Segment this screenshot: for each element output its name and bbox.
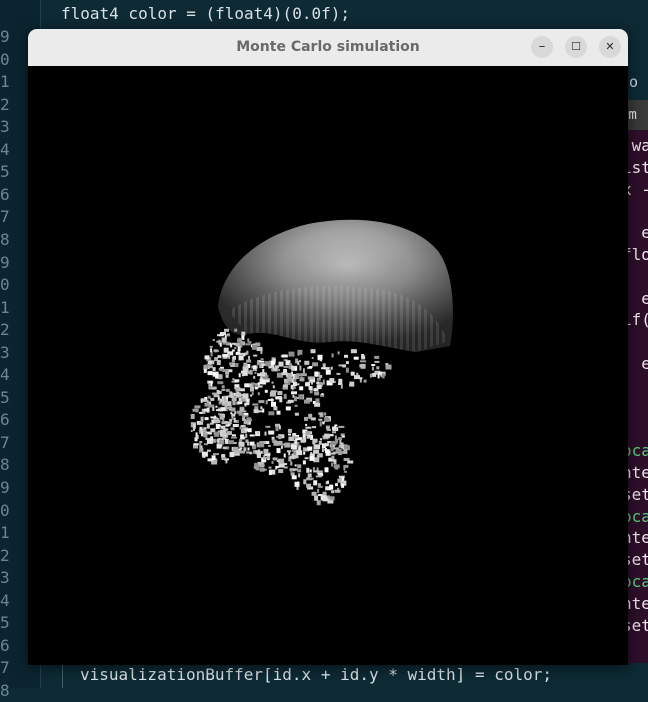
line-number: 4 [0, 139, 10, 159]
line-number: 2 [0, 320, 10, 340]
face-bone-speckle [190, 328, 392, 506]
line-number: 9 [0, 252, 10, 272]
line-number: 5 [0, 162, 10, 182]
line-number: 0 [0, 500, 10, 520]
close-icon: ✕ [605, 40, 615, 53]
line-number: 7 [0, 432, 10, 452]
simulation-window[interactable]: Monte Carlo simulation – ☐ ✕ [28, 29, 628, 665]
maximize-button[interactable]: ☐ [565, 36, 587, 58]
render-viewport[interactable] [28, 66, 628, 665]
line-number: 3 [0, 117, 10, 137]
window-titlebar[interactable]: Monte Carlo simulation – ☐ ✕ [28, 29, 628, 67]
minimize-icon: – [538, 39, 546, 54]
close-button[interactable]: ✕ [599, 36, 621, 58]
line-number: 2 [0, 545, 10, 565]
line-number: 4 [0, 590, 10, 610]
skull-render [190, 219, 453, 506]
line-number: 5 [0, 613, 10, 633]
line-number: 9 [0, 27, 10, 46]
code-line-color-init[interactable]: float4 color = (float4)(0.0f); [61, 3, 350, 25]
line-number: 3 [0, 568, 10, 588]
line-number: 6 [0, 184, 10, 204]
line-number: 5 [0, 387, 10, 407]
line-number: 4 [0, 365, 10, 385]
line-number: 6 [0, 410, 10, 430]
minimize-button[interactable]: – [531, 36, 553, 58]
line-number: 6 [0, 635, 10, 655]
line-number: 3 [0, 342, 10, 362]
line-number: 1 [0, 297, 10, 317]
line-number: 0 [0, 49, 10, 69]
background-strip [620, 663, 648, 688]
line-number: 1 [0, 523, 10, 543]
line-number: 1 [0, 72, 10, 92]
code-line-visualization-buffer[interactable]: visualizationBuffer[id.x + id.y * width]… [80, 664, 552, 686]
line-number: 7 [0, 207, 10, 227]
line-number: 8 [0, 229, 10, 249]
line-number: 0 [0, 275, 10, 295]
line-number: 7 [0, 658, 10, 678]
maximize-icon: ☐ [571, 40, 581, 53]
line-number: 9 [0, 478, 10, 497]
line-number: 2 [0, 94, 10, 114]
line-number: 8 [0, 680, 10, 700]
line-number: 8 [0, 455, 10, 475]
